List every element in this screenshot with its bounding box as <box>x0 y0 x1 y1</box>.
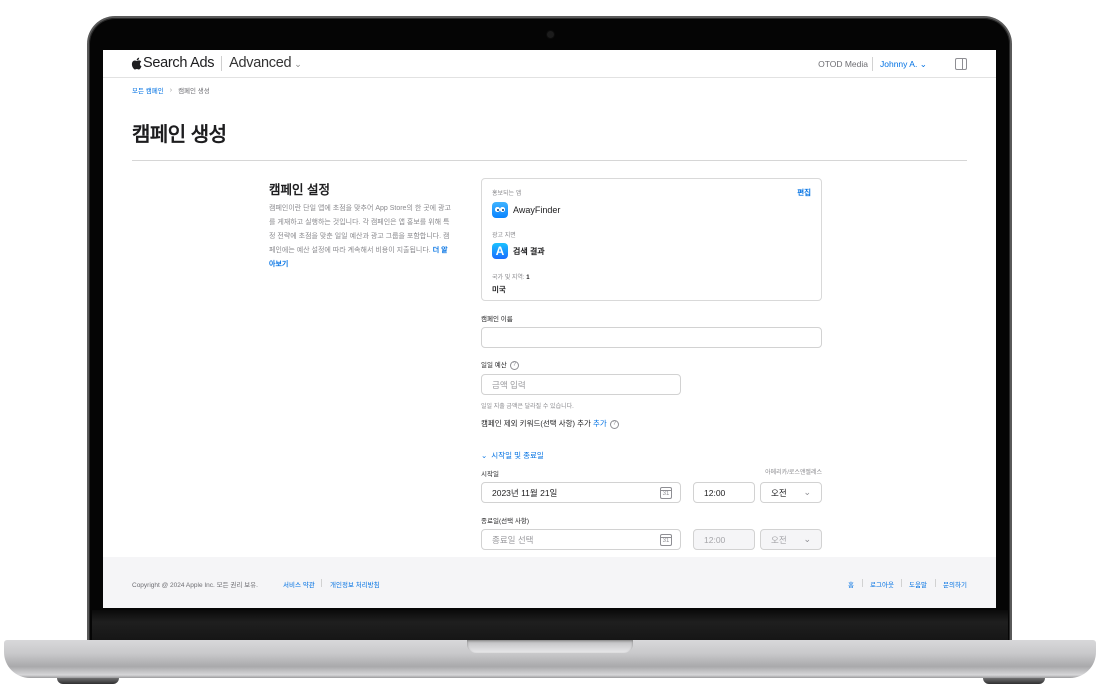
timezone-label: 아메리카/로스앤젤레스 <box>765 470 822 476</box>
help-icon[interactable]: ? <box>609 419 619 429</box>
end-date-placeholder: 종료일 선택 <box>492 534 534 545</box>
breadcrumb-current: 캠페인 생성 <box>178 88 210 95</box>
country-value: 미국 <box>492 285 506 294</box>
daily-budget-hint: 일일 지출 금액은 달라질 수 있습니다. <box>481 404 574 410</box>
user-menu[interactable]: Johnny A. ⌄ <box>880 59 927 70</box>
apple-logo-icon <box>131 57 142 69</box>
end-date-input[interactable]: 종료일 선택 31 <box>481 529 681 550</box>
section-description: 캠페인이란 단일 앱에 초점을 맞추어 App Store의 한 곳에 광고를 … <box>269 202 453 272</box>
start-time-input[interactable]: 12:00 <box>693 482 755 503</box>
breadcrumb-all-campaigns[interactable]: 모든 캠페인 <box>132 85 164 95</box>
promoted-app-label: 홍보되는 앱 <box>492 191 522 197</box>
divider <box>321 579 322 587</box>
section-title: 캠페인 설정 <box>269 183 330 197</box>
chevron-down-icon: ⌄ <box>803 534 811 544</box>
countries-count: 1 <box>526 275 530 281</box>
page-title: 캠페인 생성 <box>132 124 227 146</box>
footer-link-contact[interactable]: 문의하기 <box>943 579 967 589</box>
end-date-label: 종료일(선택 사항) <box>481 518 529 525</box>
campaign-name-input[interactable] <box>481 327 822 348</box>
edit-button[interactable]: 편집 <box>797 187 811 198</box>
countries-label: 국가 및 지역: 1 <box>492 272 530 281</box>
description-text: 캠페인이란 단일 앱에 초점을 맞추어 App Store의 한 곳에 광고를 … <box>269 205 451 254</box>
divider <box>872 57 873 71</box>
start-date-label: 시작일 <box>481 471 499 478</box>
laptop-mockup: Search Ads Advanced ⌄ OTOD Media Johnny … <box>0 0 1100 700</box>
app-logo[interactable]: Search Ads Advanced ⌄ <box>131 55 302 71</box>
end-ampm-select[interactable]: 오전 ⌄ <box>760 529 822 550</box>
divider <box>132 160 967 161</box>
placement-label: 광고 지면 <box>492 233 516 239</box>
divider <box>862 579 863 587</box>
negative-keywords-label: 캠페인 제외 키워드(선택 사항) 추가 <box>481 419 591 428</box>
countries-label-text: 국가 및 지역: <box>492 275 525 281</box>
divider <box>935 579 936 587</box>
footer-link-logout[interactable]: 로그아웃 <box>870 579 894 589</box>
start-date-value: 2023년 11월 21일 <box>492 487 558 498</box>
divider <box>221 55 223 71</box>
campaign-summary-card: 홍보되는 앱 편집 AwayFinder 광고 지면 A 검색 결과 국가 및 … <box>481 178 822 301</box>
start-ampm-value: 오전 <box>771 487 787 498</box>
daily-budget-label: 일일 예산? <box>481 359 519 370</box>
awayfinder-app-icon <box>492 202 508 218</box>
page-footer: Copyright @ 2024 Apple Inc. 모든 권리 보유. 서비… <box>103 557 996 608</box>
app-store-icon: A <box>492 243 508 259</box>
help-icon[interactable]: ? <box>509 360 519 370</box>
divider <box>901 579 902 587</box>
end-ampm-value: 오전 <box>771 534 787 545</box>
sidebar-toggle-icon[interactable] <box>955 58 967 70</box>
laptop-notch <box>467 640 633 653</box>
daily-budget-input[interactable]: 금액 입력 <box>481 374 681 395</box>
dates-toggle-label: 시작일 및 종료일 <box>491 451 544 460</box>
breadcrumb: 모든 캠페인 › 캠페인 생성 <box>132 85 210 96</box>
placement: A 검색 결과 <box>492 243 545 259</box>
dates-section-toggle[interactable]: ⌄ 시작일 및 종료일 <box>481 450 544 461</box>
end-time-input[interactable]: 12:00 <box>693 529 755 550</box>
laptop-foot <box>983 678 1045 684</box>
app-name: AwayFinder <box>513 205 561 215</box>
chevron-down-icon[interactable]: ⌄ <box>294 59 302 70</box>
terms-link[interactable]: 서비스 약관 <box>283 579 315 589</box>
laptop-foot <box>57 678 119 684</box>
chevron-right-icon: › <box>169 86 173 94</box>
footer-link-home[interactable]: 홈 <box>848 579 854 589</box>
chevron-down-icon: ⌄ <box>481 451 488 460</box>
laptop-bezel <box>92 610 1008 640</box>
start-date-input[interactable]: 2023년 11월 21일 31 <box>481 482 681 503</box>
start-ampm-select[interactable]: 오전 ⌄ <box>760 482 822 503</box>
brand-name: Search Ads <box>143 55 215 71</box>
campaign-name-label: 캠페인 이름 <box>481 316 513 323</box>
daily-budget-label-text: 일일 예산 <box>481 362 507 369</box>
copyright: Copyright @ 2024 Apple Inc. 모든 권리 보유. <box>132 582 258 589</box>
negative-keywords-row: 캠페인 제외 키워드(선택 사항) 추가 추가? <box>481 418 619 429</box>
chevron-down-icon: ⌄ <box>803 487 811 497</box>
calendar-icon[interactable]: 31 <box>660 534 672 546</box>
account-name[interactable]: OTOD Media <box>818 59 868 69</box>
chevron-down-icon: ⌄ <box>919 59 927 69</box>
product-switcher[interactable]: Advanced <box>229 55 291 71</box>
add-negative-keywords-link[interactable]: 추가 <box>593 419 607 428</box>
user-name: Johnny A. <box>880 59 918 69</box>
privacy-link[interactable]: 개인정보 처리방침 <box>330 579 380 589</box>
placement-value: 검색 결과 <box>513 246 545 256</box>
browser-screen: Search Ads Advanced ⌄ OTOD Media Johnny … <box>103 50 996 608</box>
calendar-icon[interactable]: 31 <box>660 487 672 499</box>
camera <box>547 31 554 38</box>
promoted-app: AwayFinder <box>492 202 560 218</box>
footer-link-help[interactable]: 도움말 <box>909 579 927 589</box>
